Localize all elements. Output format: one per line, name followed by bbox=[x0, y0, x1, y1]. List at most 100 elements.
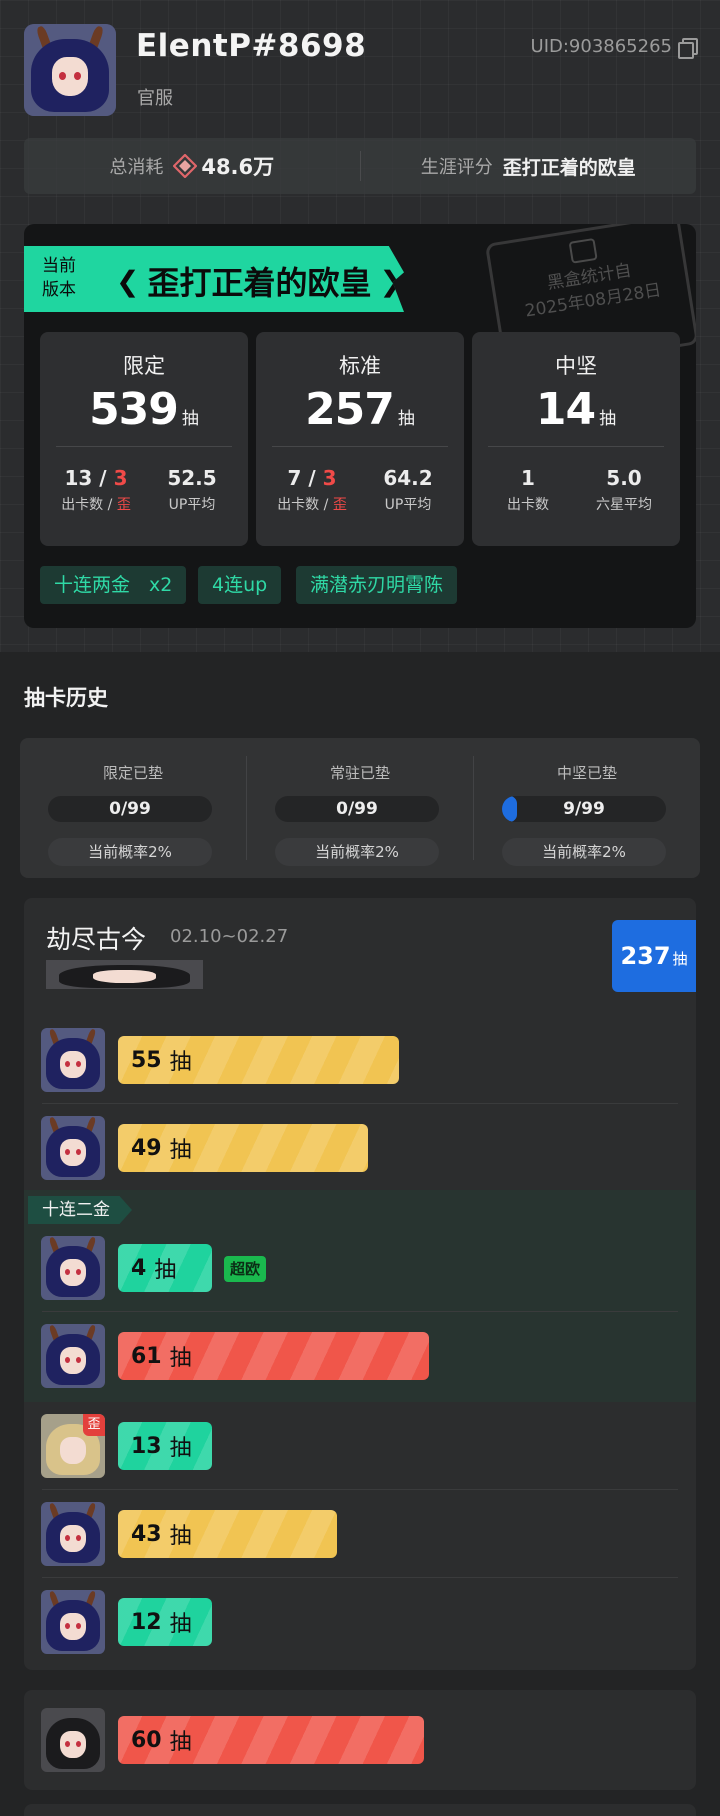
copy-icon[interactable] bbox=[678, 37, 698, 59]
banner-operators bbox=[46, 960, 203, 989]
username: ElentP#8698 bbox=[136, 28, 367, 64]
operator-avatar bbox=[41, 1028, 105, 1092]
career-value: 歪打正着的欧皇 bbox=[502, 156, 636, 179]
pull-bar: 61 抽 bbox=[118, 1332, 430, 1380]
pull-bar: 60 抽 bbox=[118, 1716, 424, 1764]
six-star-average-label: 六星平均 bbox=[596, 497, 652, 513]
cards-count: 1 bbox=[521, 466, 535, 490]
pity-limited: 限定已垫 0/99 当前概率2% bbox=[20, 738, 246, 878]
pool-unit: 抽 bbox=[599, 409, 617, 429]
up-average-label: UP平均 bbox=[168, 497, 216, 513]
six-star-average: 5.0 bbox=[606, 466, 642, 490]
pool-limited[interactable]: 限定 539 抽 13 / 3 出卡数 / 歪 52.5 UP平均 bbox=[40, 332, 248, 546]
pool-count: 257 bbox=[305, 384, 395, 435]
pity-value: 0/99 bbox=[336, 799, 378, 819]
pool-standard[interactable]: 标准 257 抽 7 / 3 出卡数 / 歪 64.2 UP平均 bbox=[256, 332, 464, 546]
pull-count: 60 bbox=[131, 1727, 162, 1753]
pity-rate: 当前概率2% bbox=[275, 838, 439, 866]
achievement-tag: 十连两金 x2 bbox=[40, 566, 187, 604]
cards-label: 出卡数 bbox=[277, 497, 320, 513]
pull-unit: 抽 bbox=[154, 1258, 177, 1283]
ribbon-label: 当前版本 bbox=[42, 256, 76, 300]
group-tag: 十连二金 bbox=[28, 1196, 132, 1224]
pool-name: 限定 bbox=[123, 354, 165, 378]
cards-count: 13 bbox=[64, 466, 93, 490]
banner-total: 237 bbox=[620, 942, 671, 970]
laurel-right-icon: ❯ bbox=[379, 264, 403, 298]
banner-card[interactable]: 60 抽 bbox=[24, 1690, 696, 1790]
off-label: 歪 bbox=[116, 497, 131, 513]
operator-avatar: 歪 bbox=[41, 1414, 105, 1478]
total-spend: 总消耗 48.6万 bbox=[24, 151, 360, 181]
pool-unit: 抽 bbox=[397, 409, 415, 429]
off-count: 3 bbox=[113, 466, 128, 490]
pity-label: 常驻已垫 bbox=[329, 764, 390, 782]
lucky-badge: 超欧 bbox=[224, 1256, 267, 1282]
pity-core: 中坚已垫 9/99 当前概率2% bbox=[474, 738, 700, 878]
pull-bar: 43 抽 bbox=[118, 1510, 338, 1558]
achievement-tag: 4连up bbox=[198, 566, 282, 604]
pull-row[interactable]: 49 抽 bbox=[24, 1104, 696, 1192]
off-count: 3 bbox=[322, 466, 337, 490]
pull-bar: 13 抽 bbox=[118, 1422, 212, 1470]
pull-row[interactable]: 4抽 超欧 bbox=[24, 1224, 696, 1312]
pull-count: 49 bbox=[131, 1135, 162, 1161]
divider bbox=[56, 446, 232, 447]
user-avatar[interactable] bbox=[24, 24, 116, 116]
operator-avatar bbox=[41, 1236, 105, 1300]
pull-bar: 49 抽 bbox=[118, 1124, 368, 1172]
pool-core[interactable]: 中坚 14 抽 1 出卡数 5.0 六星平均 bbox=[472, 332, 680, 546]
pull-unit: 抽 bbox=[169, 1524, 192, 1549]
operator-avatar bbox=[41, 1324, 105, 1388]
total-spend-label: 总消耗 bbox=[109, 157, 164, 178]
cards-label: 出卡数 bbox=[61, 497, 104, 513]
pool-count: 14 bbox=[535, 384, 596, 435]
pull-row[interactable]: 43 抽 bbox=[24, 1490, 696, 1578]
career-label: 生涯评分 bbox=[420, 157, 493, 178]
box-icon bbox=[568, 237, 598, 264]
total-spend-value: 48.6万 bbox=[201, 155, 275, 179]
cards-label: 出卡数 bbox=[507, 497, 549, 513]
cards-count: 7 bbox=[287, 466, 302, 490]
pull-unit: 抽 bbox=[169, 1730, 192, 1755]
history-title: 抽卡历史 bbox=[24, 686, 108, 710]
pity-value: 0/99 bbox=[109, 799, 151, 819]
pull-bar: 55 抽 bbox=[118, 1036, 399, 1084]
banner-card[interactable]: 劫尽古今 02.10~02.27 237 抽 55 抽 49 抽 十连二金 4抽 超欧… bbox=[24, 898, 696, 1670]
pull-count: 13 bbox=[131, 1433, 162, 1459]
pull-count: 43 bbox=[131, 1521, 162, 1547]
ribbon-title: 歪打正着的欧皇 bbox=[147, 264, 372, 302]
banner-name: 劫尽古今 bbox=[46, 925, 147, 954]
pull-row[interactable]: 55 抽 bbox=[24, 1016, 696, 1104]
divider bbox=[272, 446, 448, 447]
banner-card-next bbox=[24, 1804, 696, 1816]
career-rating: 生涯评分 歪打正着的欧皇 bbox=[361, 153, 697, 180]
originium-icon bbox=[173, 154, 198, 178]
server-label: 官服 bbox=[137, 88, 173, 109]
pull-row[interactable]: 60 抽 bbox=[24, 1696, 696, 1784]
operator-avatar bbox=[41, 1708, 105, 1772]
pull-bar: 12 抽 bbox=[118, 1598, 212, 1646]
version-card: 黑盒统计自 2025年08月28日 当前版本 ❮ 歪打正着的欧皇 ❯ 限定 53… bbox=[24, 224, 696, 628]
pull-count: 61 bbox=[131, 1343, 162, 1369]
uid-text: UID:903865265 bbox=[530, 36, 672, 57]
uid-copy[interactable]: UID:903865265 bbox=[530, 36, 698, 59]
pull-row[interactable]: 61 抽 bbox=[24, 1312, 696, 1400]
pull-unit: 抽 bbox=[169, 1050, 192, 1075]
summary-stats: 总消耗 48.6万 生涯评分 歪打正着的欧皇 bbox=[24, 138, 696, 194]
off-banner-badge: 歪 bbox=[83, 1414, 105, 1436]
pull-row[interactable]: 12 抽 bbox=[24, 1578, 696, 1666]
pull-unit: 抽 bbox=[169, 1346, 192, 1371]
laurel-left-icon: ❮ bbox=[116, 264, 140, 298]
up-average: 64.2 bbox=[383, 466, 433, 490]
pull-row[interactable]: 歪 13 抽 bbox=[24, 1402, 696, 1490]
up-average: 52.5 bbox=[167, 466, 217, 490]
pull-unit: 抽 bbox=[169, 1436, 192, 1461]
pull-count: 4 bbox=[131, 1255, 147, 1281]
pool-name: 标准 bbox=[339, 354, 381, 378]
pity-value: 9/99 bbox=[563, 799, 605, 819]
pull-count: 55 bbox=[131, 1047, 162, 1073]
up-average-label: UP平均 bbox=[384, 497, 432, 513]
pull-bar: 4抽 bbox=[118, 1244, 212, 1292]
operator-avatar[interactable] bbox=[46, 960, 203, 989]
